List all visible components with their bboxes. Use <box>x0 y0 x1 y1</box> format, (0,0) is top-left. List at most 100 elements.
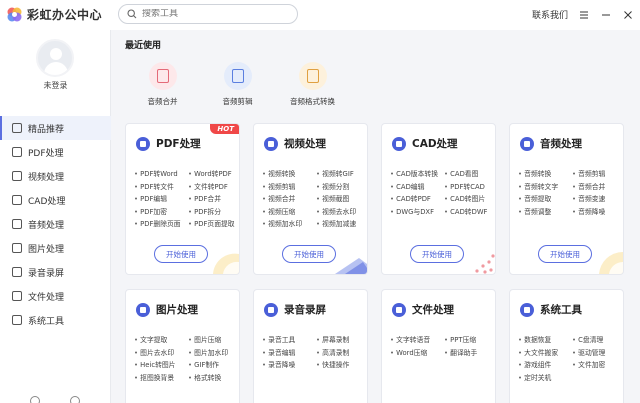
feature-item[interactable]: Word转PDF <box>188 168 239 178</box>
feature-item[interactable]: 数据恢复 <box>518 334 572 344</box>
feature-item[interactable]: Word压缩 <box>390 347 444 357</box>
sidebar-item-audio[interactable]: 音频处理 <box>0 212 111 236</box>
feature-item[interactable]: 音频转换 <box>518 168 572 178</box>
sidebar-item-pdf[interactable]: PDF处理 <box>0 140 111 164</box>
help-icon[interactable] <box>70 396 80 403</box>
feature-item[interactable]: 录音工具 <box>262 334 316 344</box>
card-video[interactable]: 视频处理 视频转换 视频转GIF 视频剪辑 视频分割 视频合并 视频截图 视频压… <box>253 123 368 275</box>
feature-item[interactable]: CAD版本转换 <box>390 168 444 178</box>
feature-item[interactable]: 音频提取 <box>518 193 572 203</box>
feature-item[interactable]: 文字提取 <box>134 334 188 344</box>
feature-item[interactable]: 音频转文字 <box>518 181 572 191</box>
feature-item[interactable]: 视频压缩 <box>262 206 316 216</box>
settings-icon[interactable] <box>30 396 40 403</box>
card-image[interactable]: 图片处理 文字提取 图片压缩 图片去水印 图片加水印 Heic转图片 GIF制作… <box>125 289 240 403</box>
card-pdf[interactable]: HOT PDF处理 PDF转Word Word转PDF PDF转文件 文件转PD… <box>125 123 240 275</box>
recent-item-audio-convert[interactable]: 音频格式转换 <box>275 62 350 107</box>
feature-item[interactable]: 视频加减速 <box>316 218 367 228</box>
feature-item[interactable]: 驱动管理 <box>572 347 623 357</box>
contact-us-link[interactable]: 联系我们 <box>532 8 568 21</box>
card-record[interactable]: 录音录屏 录音工具 屏幕录制 录音编辑 高清录制 录音降噪 快捷操作 <box>253 289 368 403</box>
music-icon <box>520 136 534 151</box>
card-system[interactable]: 系统工具 数据恢复 C盘清理 大文件搬家 驱动管理 游戏组件 文件加密 定时关机 <box>509 289 624 403</box>
start-button[interactable]: 开始使用 <box>410 245 464 263</box>
feature-item[interactable]: 文字转语音 <box>390 334 444 344</box>
feature-item[interactable]: 录音编辑 <box>262 347 316 357</box>
feature-item[interactable]: PDF编辑 <box>134 193 188 203</box>
feature-item[interactable]: Heic转图片 <box>134 359 188 369</box>
feature-item[interactable]: 音频合并 <box>572 181 623 191</box>
sidebar-item-video[interactable]: 视频处理 <box>0 164 111 188</box>
feature-item[interactable]: 音频降噪 <box>572 206 623 216</box>
feature-item[interactable]: 翻译助手 <box>444 347 495 357</box>
feature-item[interactable]: PDF转Word <box>134 168 188 178</box>
sidebar-item-system[interactable]: 系统工具 <box>0 308 111 332</box>
sidebar-item-cad[interactable]: CAD处理 <box>0 188 111 212</box>
feature-item[interactable]: 录音降噪 <box>262 359 316 369</box>
feature-item[interactable]: 视频剪辑 <box>262 181 316 191</box>
feature-item[interactable]: 视频截图 <box>316 193 367 203</box>
card-title: CAD处理 <box>412 138 458 150</box>
feature-item[interactable]: PDF删除页面 <box>134 218 188 228</box>
feature-item[interactable]: 图片压缩 <box>188 334 239 344</box>
feature-item[interactable]: CAD编辑 <box>390 181 444 191</box>
start-button[interactable]: 开始使用 <box>538 245 592 263</box>
start-button[interactable]: 开始使用 <box>154 245 208 263</box>
menu-icon[interactable] <box>578 9 590 21</box>
feature-item[interactable]: 视频转换 <box>262 168 316 178</box>
feature-item[interactable]: CAD转DWF <box>444 206 495 216</box>
folder-icon <box>12 291 22 301</box>
recent-item-audio-merge[interactable]: 音频合并 <box>125 62 200 107</box>
feature-item[interactable]: PPT压缩 <box>444 334 495 344</box>
feature-item[interactable]: PDF转文件 <box>134 181 188 191</box>
feature-item[interactable]: 格式转换 <box>188 372 239 382</box>
recent-item-label: 音频合并 <box>147 97 178 106</box>
search-box[interactable] <box>118 4 298 24</box>
card-audio[interactable]: 音频处理 音频转换 音频剪辑 音频转文字 音频合并 音频提取 音频变速 音频调整… <box>509 123 624 275</box>
feature-item[interactable]: 屏幕录制 <box>316 334 367 344</box>
sidebar-item-file[interactable]: 文件处理 <box>0 284 111 308</box>
feature-item[interactable]: 文件转PDF <box>188 181 239 191</box>
feature-item[interactable]: 高清录制 <box>316 347 367 357</box>
feature-item[interactable]: 视频转GIF <box>316 168 367 178</box>
search-input[interactable] <box>142 9 282 19</box>
decoration-icon <box>475 254 495 274</box>
feature-item[interactable]: CAD转PDF <box>390 193 444 203</box>
feature-item[interactable]: 音频变速 <box>572 193 623 203</box>
card-cad[interactable]: CAD处理 CAD版本转换 CAD看图 CAD编辑 PDF转CAD CAD转PD… <box>381 123 496 275</box>
login-status[interactable]: 未登录 <box>0 80 111 91</box>
sidebar-item-record[interactable]: 录音录屏 <box>0 260 111 284</box>
feature-item[interactable]: PDF页面提取 <box>188 218 239 228</box>
minimize-icon[interactable] <box>600 9 612 21</box>
feature-item[interactable]: 音频剪辑 <box>572 168 623 178</box>
avatar[interactable] <box>36 39 74 77</box>
close-icon[interactable] <box>622 9 634 21</box>
feature-item[interactable]: 文件加密 <box>572 359 623 369</box>
feature-item[interactable]: CAD转图片 <box>444 193 495 203</box>
feature-item[interactable]: GIF制作 <box>188 359 239 369</box>
feature-item[interactable]: 视频合并 <box>262 193 316 203</box>
feature-item[interactable]: CAD看图 <box>444 168 495 178</box>
feature-item[interactable]: 图片去水印 <box>134 347 188 357</box>
feature-item[interactable]: DWG与DXF <box>390 206 444 216</box>
feature-item[interactable]: PDF加密 <box>134 206 188 216</box>
feature-item[interactable]: 定时关机 <box>518 372 572 382</box>
feature-item[interactable]: PDF合并 <box>188 193 239 203</box>
card-file[interactable]: 文件处理 文字转语音 PPT压缩 Word压缩 翻译助手 <box>381 289 496 403</box>
recent-item-audio-cut[interactable]: 音频剪辑 <box>200 62 275 107</box>
feature-item[interactable]: 视频加水印 <box>262 218 316 228</box>
feature-item[interactable]: 视频去水印 <box>316 206 367 216</box>
feature-item[interactable]: 大文件搬家 <box>518 347 572 357</box>
sidebar-item-recommended[interactable]: 精品推荐 <box>0 116 111 140</box>
feature-item[interactable]: 抠图换背景 <box>134 372 188 382</box>
feature-item[interactable]: C盘清理 <box>572 334 623 344</box>
feature-item[interactable]: 图片加水印 <box>188 347 239 357</box>
feature-item[interactable]: 视频分割 <box>316 181 367 191</box>
feature-item[interactable]: 音频调整 <box>518 206 572 216</box>
feature-item[interactable]: PDF转CAD <box>444 181 495 191</box>
feature-item[interactable]: 快捷操作 <box>316 359 367 369</box>
feature-item[interactable]: 游戏组件 <box>518 359 572 369</box>
feature-item[interactable]: PDF拆分 <box>188 206 239 216</box>
start-button[interactable]: 开始使用 <box>282 245 336 263</box>
sidebar-item-image[interactable]: 图片处理 <box>0 236 111 260</box>
